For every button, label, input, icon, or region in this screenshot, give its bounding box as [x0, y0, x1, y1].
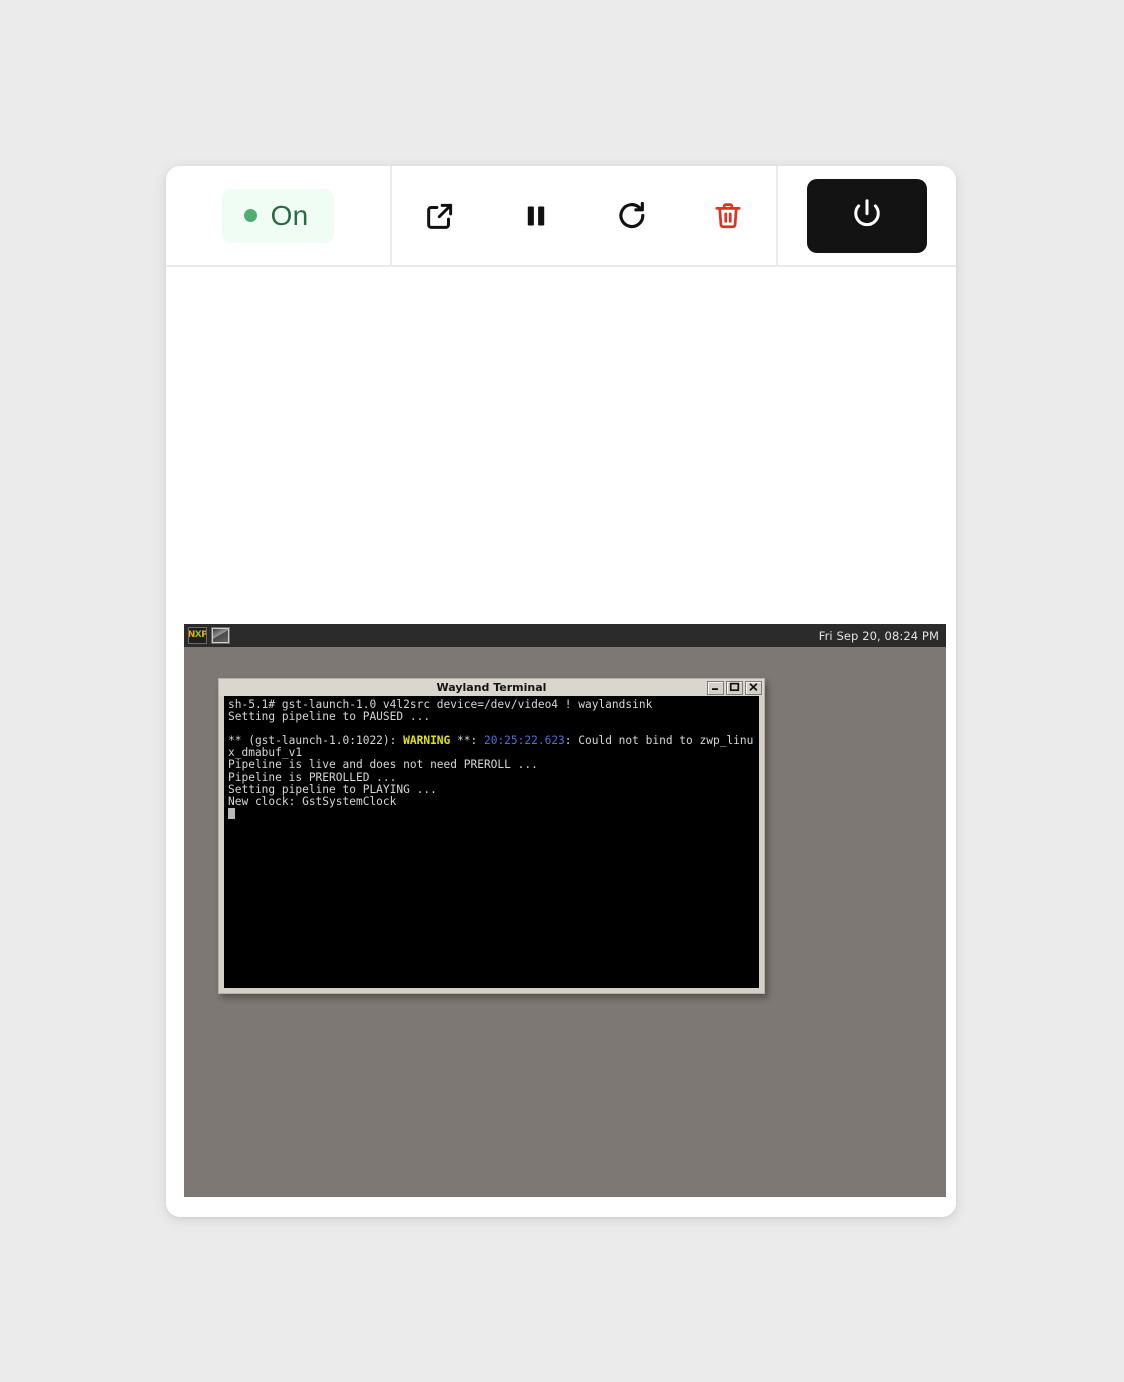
warning-mid: **:: [450, 734, 484, 748]
nxp-letter-p: P: [201, 630, 207, 640]
power-button[interactable]: [807, 178, 927, 253]
terminal-titlebar[interactable]: Wayland Terminal: [219, 679, 764, 696]
window-thumbnail-icon[interactable]: [211, 627, 230, 644]
terminal-line: Pipeline is PREROLLED ...: [228, 770, 397, 784]
terminal-title: Wayland Terminal: [436, 681, 547, 694]
terminal-line: Setting pipeline to PAUSED ...: [228, 710, 431, 724]
pause-icon: [519, 199, 553, 233]
trash-icon: [712, 200, 744, 232]
pause-button[interactable]: [488, 166, 584, 265]
restart-button[interactable]: [584, 166, 680, 265]
status-dot-icon: [243, 209, 257, 222]
warning-keyword: WARNING: [403, 734, 451, 748]
power-icon: [848, 195, 886, 236]
device-card: On N X P Fri Sep 20, 08:24 PM Wayland Te…: [166, 166, 956, 1217]
terminal-cursor: [228, 807, 235, 819]
terminal-line: Setting pipeline to PLAYING ...: [228, 782, 437, 796]
status-section: On: [166, 166, 392, 265]
warning-timestamp: 20:25:22.623: [483, 734, 565, 748]
status-badge: On: [221, 188, 335, 243]
power-section: [778, 166, 956, 265]
minimize-button[interactable]: [707, 680, 724, 695]
terminal-screen[interactable]: sh-5.1# gst-launch-1.0 v4l2src device=/d…: [224, 696, 759, 988]
device-toolbar: On: [166, 166, 956, 267]
nxp-logo-icon[interactable]: NXP: [188, 627, 207, 644]
terminal-cursor-line: [228, 807, 755, 820]
close-icon: [748, 680, 759, 695]
terminal-line-warning: ** (gst-launch-1.0:1022): WARNING **: 20…: [228, 735, 755, 759]
stream-viewport: NXP Fri Sep 20, 08:24 PM Wayland Termina…: [166, 267, 956, 1217]
external-link-icon: [423, 199, 457, 233]
taskbar-icons: NXP: [188, 627, 230, 644]
open-external-button[interactable]: [392, 166, 488, 265]
close-button[interactable]: [745, 680, 762, 695]
status-label: On: [270, 199, 309, 231]
window-controls: [707, 680, 762, 695]
maximize-icon: [729, 680, 740, 695]
nxp-letter-n: N: [188, 630, 195, 640]
refresh-icon: [614, 198, 650, 234]
minimize-icon: [710, 680, 721, 695]
delete-button[interactable]: [680, 166, 776, 265]
maximize-button[interactable]: [726, 680, 743, 695]
taskbar-clock: Fri Sep 20, 08:24 PM: [818, 628, 939, 643]
terminal-window[interactable]: Wayland Terminal sh-5.1# gst-launch-1.0 …: [218, 678, 765, 994]
terminal-line: New clock: GstSystemClock: [228, 794, 397, 808]
warning-prefix: ** (gst-launch-1.0:1022):: [228, 734, 404, 748]
desktop-taskbar: NXP Fri Sep 20, 08:24 PM: [184, 624, 946, 647]
embedded-desktop: NXP Fri Sep 20, 08:24 PM Wayland Termina…: [184, 624, 946, 1197]
actions-section: [392, 166, 778, 265]
terminal-line: Pipeline is live and does not need PRERO…: [228, 758, 538, 772]
